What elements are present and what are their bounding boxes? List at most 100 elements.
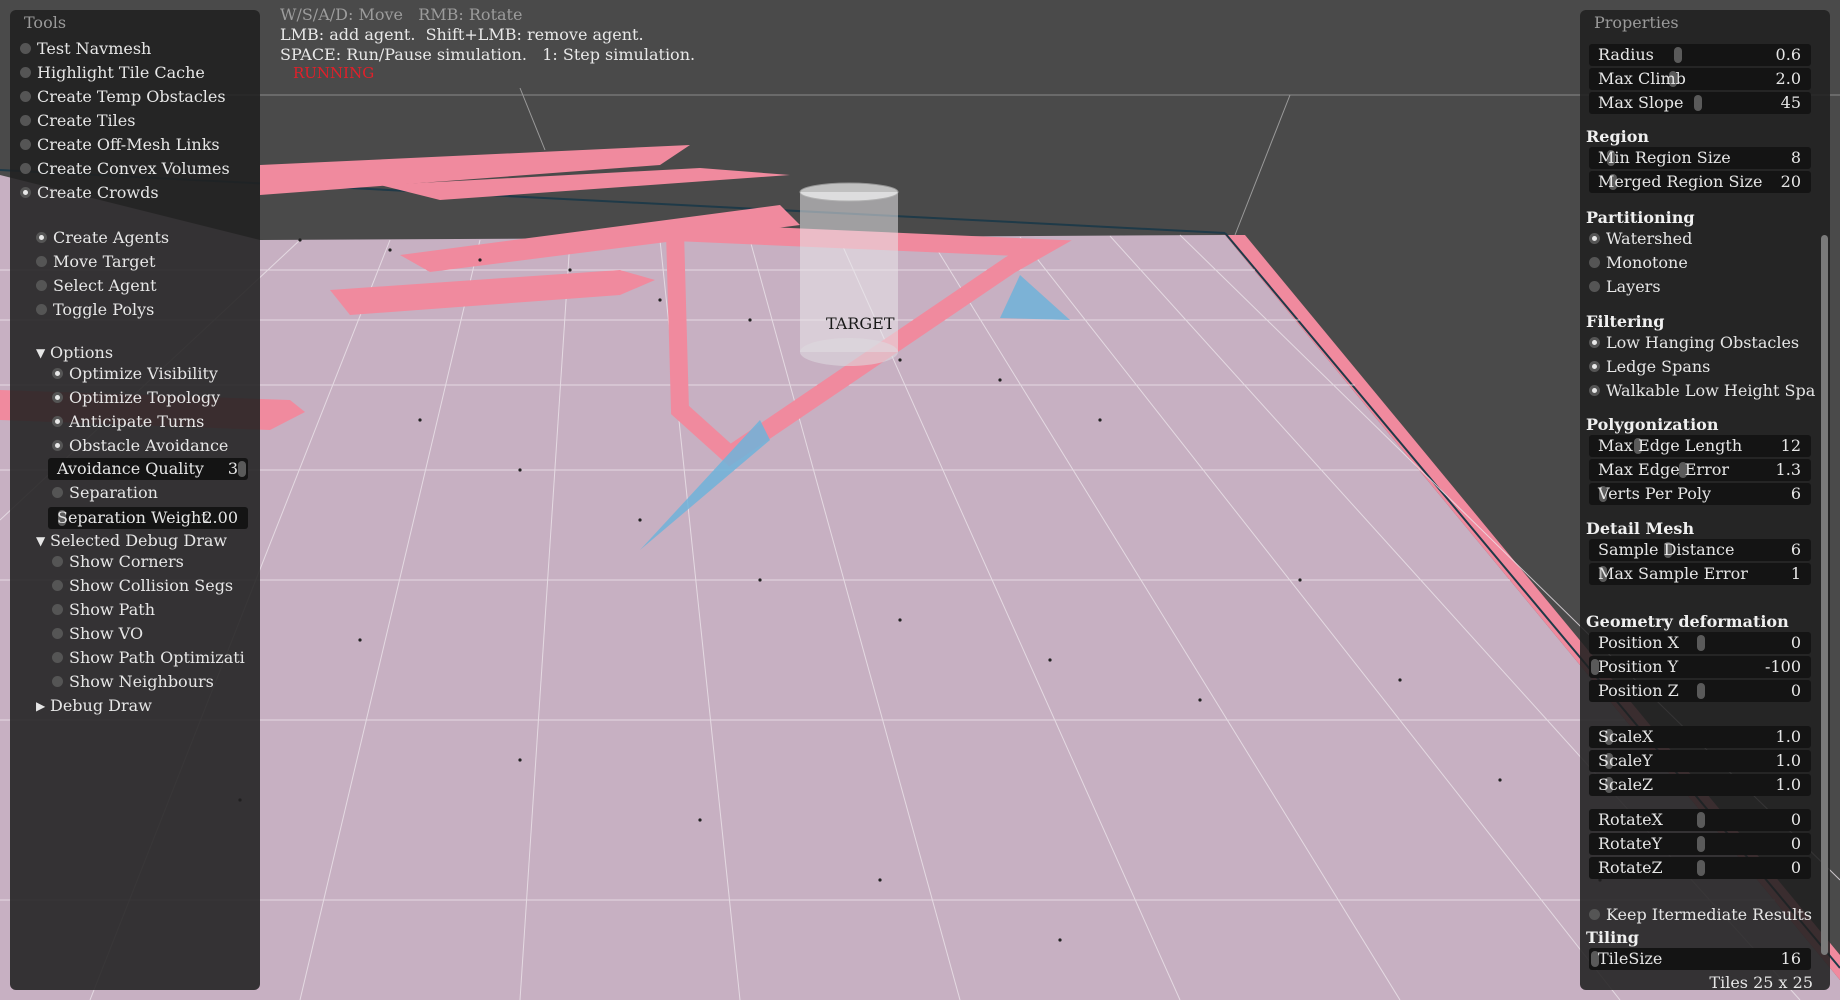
debug-draw-header[interactable]: ▶ Debug Draw: [36, 695, 276, 717]
selected-debug-draw-header[interactable]: ▼ Selected Debug Draw: [36, 530, 276, 552]
checkbox[interactable]: [52, 368, 63, 379]
scale-slider-2[interactable]: ScaleZ 1.0: [1589, 774, 1811, 796]
slider-value: 8: [1790, 148, 1801, 167]
checkbox[interactable]: [52, 392, 63, 403]
checkbox[interactable]: [52, 652, 63, 663]
checkbox[interactable]: [36, 256, 47, 267]
rotate-slider-1[interactable]: RotateY 0: [1589, 833, 1811, 855]
tool-item-1[interactable]: Highlight Tile Cache: [20, 62, 258, 84]
option-1[interactable]: Optimize Topology: [52, 387, 258, 409]
rotate-slider-2[interactable]: RotateZ 0: [1589, 857, 1811, 879]
checkbox[interactable]: [20, 67, 31, 78]
checkbox[interactable]: [20, 43, 31, 54]
collapse-icon[interactable]: ▶: [36, 695, 45, 717]
option-0[interactable]: Optimize Visibility: [52, 363, 258, 385]
debug-item-2[interactable]: Show Path: [52, 599, 258, 621]
navmesh-viewport[interactable]: [0, 0, 1840, 1000]
detail-slider-0[interactable]: Sample Distance 6: [1589, 539, 1811, 561]
tool-item-3[interactable]: Create Tiles: [20, 110, 258, 132]
slider-thumb[interactable]: [1674, 47, 1682, 63]
tool-item-5[interactable]: Create Convex Volumes: [20, 158, 258, 180]
polygonization-slider-2[interactable]: Verts Per Poly 6: [1589, 483, 1811, 505]
agent-slider-1[interactable]: Max Climb 2.0: [1589, 68, 1811, 90]
checkbox[interactable]: [1589, 337, 1600, 348]
checkbox[interactable]: [1589, 257, 1600, 268]
checkbox[interactable]: [20, 115, 31, 126]
debug-item-1[interactable]: Show Collision Segs: [52, 575, 258, 597]
checkbox[interactable]: [1589, 281, 1600, 292]
partitioning-title: Partitioning: [1586, 208, 1695, 227]
keep-results-checkbox[interactable]: Keep Itermediate Results: [1589, 904, 1819, 926]
checkbox[interactable]: [52, 416, 63, 427]
option-3[interactable]: Obstacle Avoidance: [52, 435, 258, 457]
slider-thumb[interactable]: [1697, 812, 1705, 828]
detail-slider-1[interactable]: Max Sample Error 1: [1589, 563, 1811, 585]
debug-item-0[interactable]: Show Corners: [52, 551, 258, 573]
checkbox[interactable]: [52, 440, 63, 451]
slider-thumb[interactable]: [1697, 635, 1705, 651]
checkbox[interactable]: [52, 556, 63, 567]
checkbox[interactable]: [1589, 361, 1600, 372]
slider-value: 1.3: [1775, 460, 1801, 479]
crowd-mode-1[interactable]: Move Target: [36, 251, 258, 273]
tool-item-4[interactable]: Create Off-Mesh Links: [20, 134, 258, 156]
filtering-option-0[interactable]: Low Hanging Obstacles: [1589, 332, 1819, 354]
tilesize-slider[interactable]: TileSize 16: [1589, 948, 1811, 970]
debug-item-3[interactable]: Show VO: [52, 623, 258, 645]
crowd-mode-3[interactable]: Toggle Polys: [36, 299, 258, 321]
tool-item-0[interactable]: Test Navmesh: [20, 38, 258, 60]
expand-icon[interactable]: ▼: [36, 530, 45, 552]
checkbox[interactable]: [1589, 385, 1600, 396]
checkbox[interactable]: [1589, 233, 1600, 244]
options-header[interactable]: ▼ Options: [36, 342, 276, 364]
scale-slider-1[interactable]: ScaleY 1.0: [1589, 750, 1811, 772]
polygonization-slider-0[interactable]: Max Edge Length 12: [1589, 435, 1811, 457]
debug-item-5[interactable]: Show Neighbours: [52, 671, 258, 693]
slider-thumb[interactable]: [1694, 95, 1702, 111]
checkbox[interactable]: [20, 187, 31, 198]
checkbox[interactable]: [52, 580, 63, 591]
checkbox[interactable]: [36, 232, 47, 243]
checkbox[interactable]: [52, 676, 63, 687]
position-slider-0[interactable]: Position X 0: [1589, 632, 1811, 654]
properties-scrollbar[interactable]: [1821, 235, 1828, 955]
checkbox[interactable]: [52, 487, 63, 498]
checkbox-label: Keep Itermediate Results: [1606, 905, 1812, 924]
option-2[interactable]: Anticipate Turns: [52, 411, 258, 433]
filtering-option-2[interactable]: Walkable Low Height Spa: [1589, 380, 1819, 402]
partitioning-option-1[interactable]: Monotone: [1589, 252, 1819, 274]
checkbox[interactable]: [1589, 909, 1600, 920]
checkbox[interactable]: [52, 604, 63, 615]
checkbox[interactable]: [36, 304, 47, 315]
checkbox[interactable]: [20, 91, 31, 102]
debug-item-4[interactable]: Show Path Optimizati: [52, 647, 258, 669]
agent-slider-0[interactable]: Radius 0.6: [1589, 44, 1811, 66]
agent-slider-2[interactable]: Max Slope 45: [1589, 92, 1811, 114]
slider-thumb[interactable]: [1697, 860, 1705, 876]
rotate-slider-0[interactable]: RotateX 0: [1589, 809, 1811, 831]
region-slider-1[interactable]: Merged Region Size 20: [1589, 171, 1811, 193]
checkbox[interactable]: [36, 280, 47, 291]
slider-thumb[interactable]: [1697, 683, 1705, 699]
checkbox[interactable]: [20, 139, 31, 150]
slider-thumb[interactable]: [238, 461, 246, 477]
checkbox[interactable]: [52, 628, 63, 639]
partitioning-option-2[interactable]: Layers: [1589, 276, 1819, 298]
tool-item-2[interactable]: Create Temp Obstacles: [20, 86, 258, 108]
crowd-mode-0[interactable]: Create Agents: [36, 227, 258, 249]
separation-weight-slider[interactable]: Separation Weight 2.00: [48, 507, 248, 529]
avoidance-quality-slider[interactable]: Avoidance Quality 3: [48, 458, 248, 480]
crowd-mode-2[interactable]: Select Agent: [36, 275, 258, 297]
position-slider-1[interactable]: Position Y -100: [1589, 656, 1811, 678]
polygonization-slider-1[interactable]: Max Edge Error 1.3: [1589, 459, 1811, 481]
position-slider-2[interactable]: Position Z 0: [1589, 680, 1811, 702]
region-slider-0[interactable]: Min Region Size 8: [1589, 147, 1811, 169]
checkbox[interactable]: [20, 163, 31, 174]
filtering-option-1[interactable]: Ledge Spans: [1589, 356, 1819, 378]
tool-item-6[interactable]: Create Crowds: [20, 182, 258, 204]
expand-icon[interactable]: ▼: [36, 342, 45, 364]
scale-slider-0[interactable]: ScaleX 1.0: [1589, 726, 1811, 748]
separation-checkbox[interactable]: Separation: [52, 482, 258, 504]
slider-thumb[interactable]: [1697, 836, 1705, 852]
partitioning-option-0[interactable]: Watershed: [1589, 228, 1819, 250]
